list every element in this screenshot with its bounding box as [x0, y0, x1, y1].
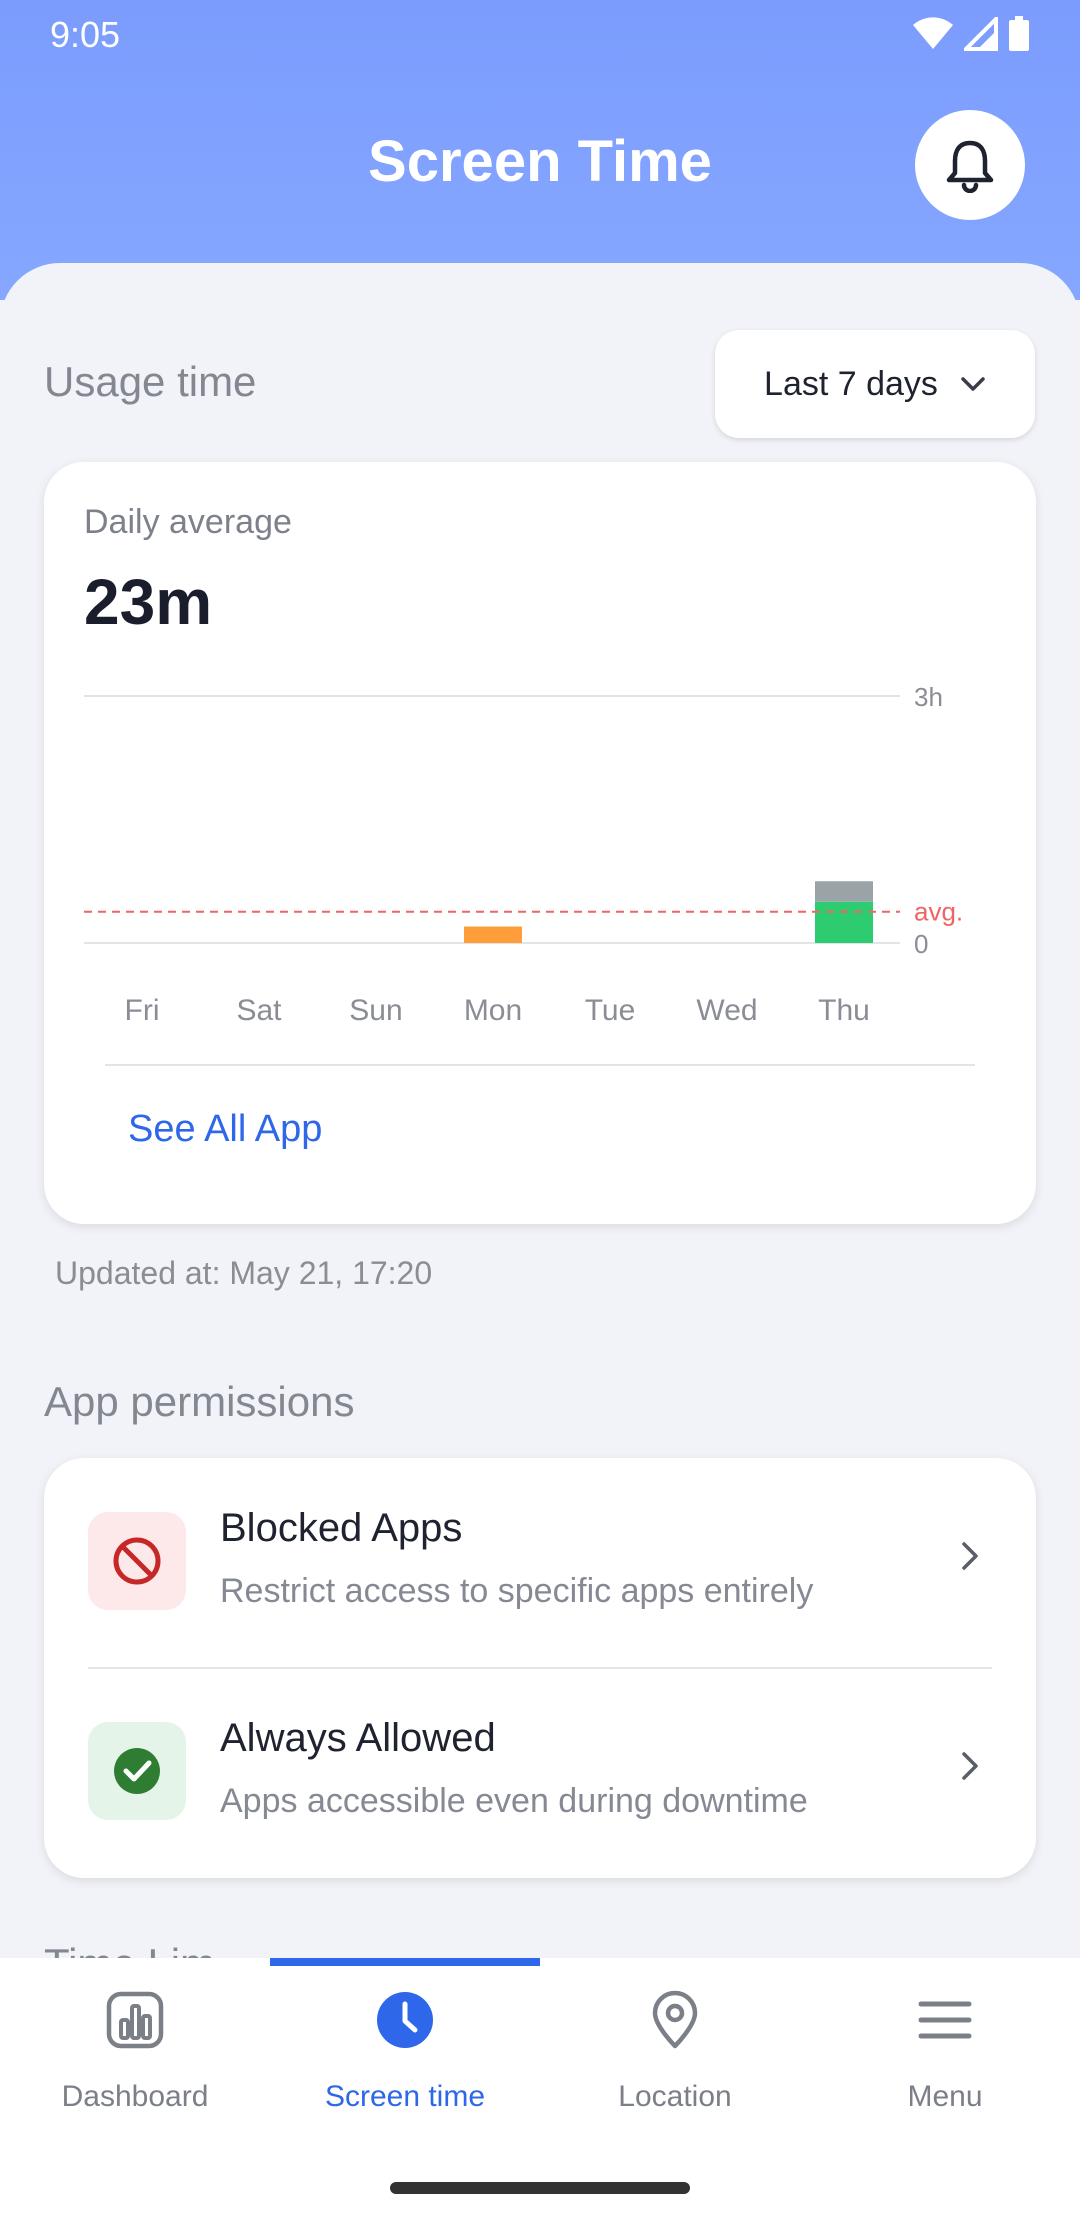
daily-average-label: Daily average: [84, 503, 292, 541]
range-dropdown[interactable]: Last 7 days: [715, 330, 1035, 438]
permissions-section-label: App permissions: [44, 1378, 355, 1425]
menu-icon: [918, 2001, 972, 2039]
always-allowed-row[interactable]: Always Allowed Apps accessible even duri…: [44, 1668, 1036, 1878]
home-indicator: [390, 2182, 690, 2194]
chart-bar: [815, 881, 873, 902]
bell-icon: [946, 140, 994, 193]
signal-icon: [964, 17, 998, 51]
x-tick-label: Tue: [585, 994, 636, 1027]
chevron-right-icon: [962, 1542, 978, 1570]
location-pin-icon: [652, 1990, 698, 2049]
x-tick-label: Thu: [818, 994, 870, 1027]
nav-location[interactable]: Location: [540, 1958, 810, 2158]
x-tick-label: Sun: [349, 994, 402, 1027]
nav-screen-time-label: Screen time: [324, 2080, 486, 2113]
x-tick-label: Fri: [125, 994, 160, 1027]
blocked-icon: [88, 1512, 186, 1610]
x-tick-label: Mon: [464, 994, 522, 1027]
chart-bar: [464, 926, 522, 943]
chevron-down-icon: [961, 377, 985, 391]
blocked-apps-title: Blocked Apps: [220, 1506, 463, 1550]
nav-dashboard[interactable]: Dashboard: [0, 1958, 270, 2158]
status-time: 9:05: [50, 14, 121, 55]
daily-average-value: 23m: [84, 566, 213, 638]
card-divider: [105, 1064, 975, 1066]
check-circle-icon: [88, 1722, 186, 1820]
average-label: avg.: [914, 897, 963, 927]
chart-bar: [815, 901, 873, 943]
nav-dashboard-label: Dashboard: [61, 2080, 209, 2113]
bar-chart-icon: [106, 1991, 164, 2049]
always-allowed-title: Always Allowed: [220, 1716, 496, 1760]
nav-menu[interactable]: Menu: [810, 1958, 1080, 2158]
status-icons: [912, 16, 1030, 52]
blocked-apps-subtitle: Restrict access to specific apps entirel…: [220, 1572, 814, 1610]
battery-icon: [1009, 16, 1029, 51]
wifi-icon: [913, 17, 953, 49]
y-tick-label: 3h: [914, 682, 943, 712]
x-tick-label: Wed: [696, 994, 757, 1027]
nav-menu-label: Menu: [907, 2080, 983, 2113]
usage-chart: 3h 0 Fri Sat Sun Mon Tue Wed Thu avg.: [84, 682, 963, 1027]
notifications-button[interactable]: [915, 110, 1025, 220]
clock-icon: [377, 1992, 433, 2048]
usage-section-label: Usage time: [44, 358, 257, 405]
blocked-apps-row[interactable]: Blocked Apps Restrict access to specific…: [44, 1458, 1036, 1668]
range-label: Last 7 days: [764, 364, 938, 403]
chevron-right-icon: [962, 1752, 978, 1780]
y-tick-label: 0: [914, 929, 928, 959]
nav-screen-time[interactable]: Screen time: [270, 1958, 540, 2158]
updated-timestamp: Updated at: May 21, 17:20: [55, 1255, 433, 1291]
x-tick-label: Sat: [236, 994, 282, 1027]
nav-location-label: Location: [618, 2080, 732, 2113]
always-allowed-subtitle: Apps accessible even during downtime: [220, 1782, 808, 1820]
see-all-apps-link[interactable]: See All App: [128, 1108, 322, 1151]
